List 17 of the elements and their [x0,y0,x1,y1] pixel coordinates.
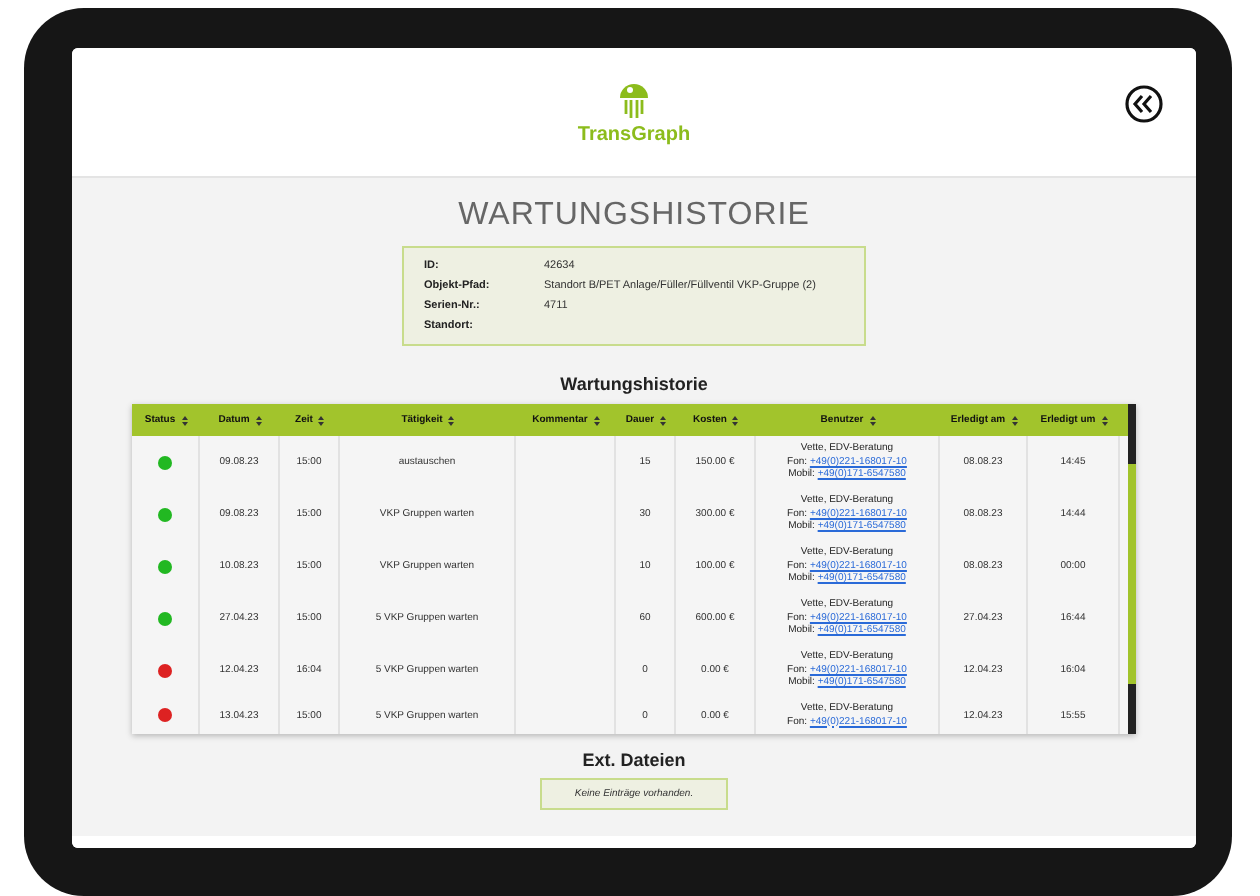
logo-text: TransGraph [577,123,691,145]
sort-icon [448,415,455,425]
scrollbar[interactable] [1128,404,1136,734]
section-heading: Ext. Dateien [582,750,686,770]
sort-icon [1101,415,1108,425]
sort-icon [255,415,262,425]
sort-icon [732,415,739,425]
page-title: WARTUNGSHISTORIE [458,198,810,234]
sort-icon [181,415,188,425]
sort-icon [318,415,325,425]
sort-icon [660,415,667,425]
jellyfish-logo-icon [617,79,650,119]
sort-icon [1011,415,1018,425]
sort-icon [869,415,876,425]
sort-icon [593,415,600,425]
section-heading: Wartungshistorie [560,374,708,394]
collapse-button[interactable] [1124,84,1164,124]
